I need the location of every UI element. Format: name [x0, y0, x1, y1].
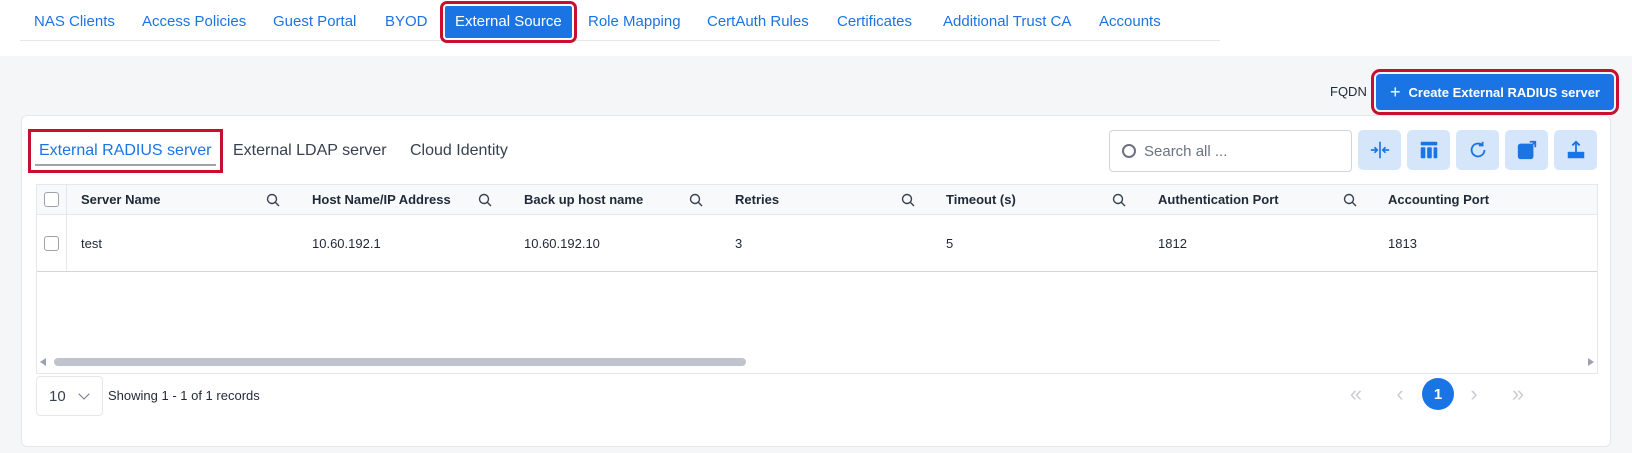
nav-tab-access-policies[interactable]: Access Policies [132, 6, 256, 38]
refresh-button[interactable] [1456, 130, 1499, 170]
nav-tab-certauth-rules[interactable]: CertAuth Rules [697, 6, 819, 38]
collapse-columns-icon [1370, 141, 1389, 159]
search-input[interactable] [1144, 142, 1334, 160]
nav-tab-guest-portal[interactable]: Guest Portal [263, 6, 366, 38]
last-page-icon[interactable]: » [1502, 378, 1534, 410]
fqdn-label: FQDN [1330, 84, 1367, 99]
scroll-right-icon[interactable] [1588, 358, 1594, 366]
column-search-icon[interactable] [901, 193, 915, 207]
search-icon [1122, 144, 1136, 158]
page-number-current[interactable]: 1 [1422, 378, 1454, 410]
first-page-icon[interactable]: « [1340, 378, 1372, 410]
nav-tab-additional-trust-ca[interactable]: Additional Trust CA [933, 6, 1081, 38]
column-header-server-name[interactable]: Server Name [81, 185, 161, 214]
top-bar: NAS Clients Access Policies Guest Portal… [0, 0, 1632, 56]
select-all-checkbox[interactable] [44, 192, 59, 207]
plus-icon: + [1390, 82, 1401, 102]
open-external-icon [1517, 140, 1536, 160]
nav-tab-role-mapping[interactable]: Role Mapping [578, 6, 691, 38]
cell-retries: 3 [735, 235, 743, 251]
row-select-cell [37, 215, 67, 271]
refresh-icon [1470, 141, 1485, 158]
create-button-label: Create External RADIUS server [1408, 84, 1600, 100]
cell-server-name: test [81, 235, 102, 251]
select-all-cell [37, 185, 67, 214]
subtab-cloud-identity[interactable]: Cloud Identity [410, 136, 508, 166]
page-size-value: 10 [49, 387, 66, 405]
create-external-radius-server-button[interactable]: + Create External RADIUS server [1371, 69, 1619, 115]
cell-host-name: 10.60.192.1 [312, 235, 381, 251]
nav-tab-external-source[interactable]: External Source [440, 1, 577, 43]
column-search-icon[interactable] [266, 193, 280, 207]
page-size-select[interactable]: 10 [36, 376, 103, 416]
column-header-host-name[interactable]: Host Name/IP Address [312, 185, 451, 214]
column-layout-icon [1420, 141, 1437, 159]
cell-timeout: 5 [946, 235, 954, 251]
table-row[interactable]: test 10.60.192.1 10.60.192.10 3 5 1812 1… [37, 215, 1597, 272]
nav-tab-nas-clients[interactable]: NAS Clients [24, 6, 125, 38]
subtab-external-radius-server[interactable]: External RADIUS server [28, 129, 223, 173]
column-header-accounting-port[interactable]: Accounting Port [1388, 185, 1489, 214]
column-header-backup-host-name[interactable]: Back up host name [524, 185, 643, 214]
column-search-icon[interactable] [1343, 193, 1357, 207]
export-button[interactable] [1554, 130, 1597, 170]
open-external-button[interactable] [1505, 130, 1548, 170]
table-header: Server Name Host Name/IP Address Back up… [37, 185, 1597, 215]
collapse-columns-button[interactable] [1358, 130, 1401, 170]
horizontal-scrollbar[interactable] [36, 356, 1598, 368]
column-search-icon[interactable] [689, 193, 703, 207]
records-summary: Showing 1 - 1 of 1 records [108, 388, 260, 403]
column-header-retries[interactable]: Retries [735, 185, 779, 214]
search-box[interactable] [1109, 130, 1352, 172]
subtab-external-ldap-server[interactable]: External LDAP server [233, 136, 387, 166]
column-header-authentication-port[interactable]: Authentication Port [1158, 185, 1279, 214]
scrollbar-thumb[interactable] [54, 358, 746, 366]
cell-backup-host-name: 10.60.192.10 [524, 235, 600, 251]
cell-accounting-port: 1813 [1388, 235, 1417, 251]
column-layout-button[interactable] [1407, 130, 1450, 170]
column-search-icon[interactable] [1112, 193, 1126, 207]
column-search-icon[interactable] [478, 193, 492, 207]
nav-tab-accounts[interactable]: Accounts [1089, 6, 1171, 38]
top-navigation: NAS Clients Access Policies Guest Portal… [20, 0, 1220, 43]
next-page-icon[interactable]: › [1458, 378, 1490, 410]
row-checkbox[interactable] [44, 235, 59, 251]
scroll-left-icon[interactable] [40, 358, 46, 366]
nav-tab-byod[interactable]: BYOD [375, 6, 438, 38]
nav-tab-certificates[interactable]: Certificates [827, 6, 922, 38]
cell-authentication-port: 1812 [1158, 235, 1187, 251]
radius-server-table: Server Name Host Name/IP Address Back up… [36, 184, 1598, 374]
previous-page-icon[interactable]: ‹ [1384, 378, 1416, 410]
radius-server-panel: External RADIUS server External LDAP ser… [21, 115, 1611, 447]
export-icon [1567, 140, 1584, 159]
chevron-down-icon [78, 388, 90, 400]
column-header-timeout[interactable]: Timeout (s) [946, 185, 1016, 214]
